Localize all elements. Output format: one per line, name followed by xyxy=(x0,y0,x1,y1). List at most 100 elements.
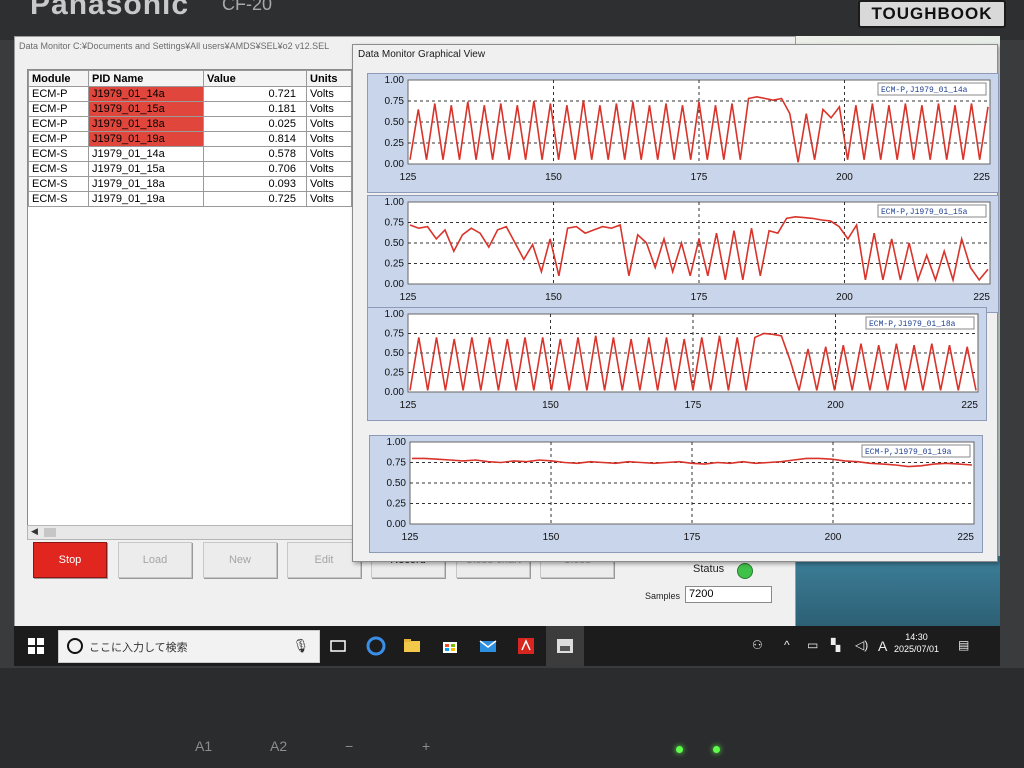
bezel-bottom xyxy=(0,668,1024,768)
bezel-key-minus[interactable]: − xyxy=(345,738,353,754)
x-tick-label: 150 xyxy=(545,292,562,303)
active-app-taskbar-item[interactable] xyxy=(546,626,584,666)
cortana-icon xyxy=(67,638,83,654)
model-label: CF-20 xyxy=(222,0,273,14)
x-tick-label: 175 xyxy=(684,532,701,543)
y-tick-label: 0.50 xyxy=(387,478,407,489)
y-tick-label: 0.50 xyxy=(385,238,405,249)
y-tick-label: 0.75 xyxy=(385,218,405,229)
search-placeholder: ここに入力して検索 xyxy=(89,642,188,654)
col-pid-name[interactable]: PID Name xyxy=(88,70,204,87)
file-explorer-icon[interactable] xyxy=(402,636,422,656)
module-cell: ECM-S xyxy=(28,176,89,192)
chevron-up-icon[interactable]: ^ xyxy=(784,638,790,652)
edit-button[interactable]: Edit xyxy=(287,542,361,578)
x-tick-label: 125 xyxy=(400,172,417,183)
clock-date: 2025/07/01 xyxy=(894,644,940,654)
table-row[interactable]: ECM-P J1979_01_15a 0.181 Volts xyxy=(28,101,352,117)
y-tick-label: 0.50 xyxy=(385,348,405,359)
network-icon[interactable]: ▚ xyxy=(831,638,840,652)
units-cell: Volts xyxy=(306,101,352,117)
y-tick-label: 0.00 xyxy=(385,279,405,290)
pid-name-cell: J1979_01_19a xyxy=(88,131,204,147)
units-cell: Volts xyxy=(306,176,352,192)
edge-browser-icon[interactable] xyxy=(366,636,386,656)
value-cell: 0.814 xyxy=(203,131,307,147)
table-row[interactable]: ECM-P J1979_01_19a 0.814 Volts xyxy=(28,131,352,147)
module-cell: ECM-P xyxy=(28,86,89,102)
store-icon[interactable] xyxy=(440,636,460,656)
legend-label: ECM-P,J1979_01_14a xyxy=(881,86,968,95)
x-tick-label: 150 xyxy=(543,532,560,543)
chart-panel-1: 0.00 0.25 0.50 0.75 1.00 125 150 175 200 225 ECM-P… xyxy=(367,73,999,193)
people-icon[interactable]: ⚇ xyxy=(752,638,763,652)
mail-icon[interactable] xyxy=(478,636,498,656)
x-tick-label: 225 xyxy=(973,172,990,183)
volume-icon[interactable]: ◁) xyxy=(855,638,868,652)
stop-button[interactable]: Stop xyxy=(33,542,107,578)
scroll-left-icon[interactable]: ◀ xyxy=(31,526,38,537)
col-module[interactable]: Module xyxy=(28,70,89,87)
taskbar-clock[interactable]: 14:30 2025/07/01 xyxy=(894,631,939,655)
pid-name-cell: J1979_01_14a xyxy=(88,86,204,102)
bezel-key-a1[interactable]: A1 xyxy=(195,738,212,754)
value-cell: 0.181 xyxy=(203,101,307,117)
y-tick-label: 0.75 xyxy=(385,329,405,340)
table-row[interactable]: ECM-S J1979_01_14a 0.578 Volts xyxy=(28,146,352,162)
table-row[interactable]: ECM-S J1979_01_19a 0.725 Volts xyxy=(28,191,352,207)
scroll-thumb[interactable] xyxy=(44,528,56,537)
new-button[interactable]: New xyxy=(203,542,277,578)
table-row[interactable]: ECM-S J1979_01_18a 0.093 Volts xyxy=(28,176,352,192)
col-units[interactable]: Units xyxy=(306,70,352,87)
horizontal-scrollbar[interactable]: ◀ xyxy=(27,525,357,540)
y-tick-label: 0.25 xyxy=(385,368,405,379)
samples-field[interactable]: 7200 xyxy=(685,586,772,603)
value-cell: 0.025 xyxy=(203,116,307,132)
x-tick-label: 200 xyxy=(836,292,853,303)
units-cell: Volts xyxy=(306,161,352,177)
table-row[interactable]: ECM-P J1979_01_18a 0.025 Volts xyxy=(28,116,352,132)
module-cell: ECM-P xyxy=(28,131,89,147)
samples-label: Samples xyxy=(645,591,681,601)
pid-name-cell: J1979_01_18a xyxy=(88,176,204,192)
value-cell: 0.706 xyxy=(203,161,307,177)
pid-name-cell: J1979_01_15a xyxy=(88,161,204,177)
windows-start-icon[interactable] xyxy=(26,636,46,656)
status-label: Status xyxy=(693,563,725,575)
y-tick-label: 0.25 xyxy=(385,138,405,149)
table-row[interactable]: ECM-P J1979_01_14a 0.721 Volts xyxy=(28,86,352,102)
wireless-led xyxy=(713,746,720,753)
units-cell: Volts xyxy=(306,116,352,132)
x-tick-label: 125 xyxy=(400,292,417,303)
table-row[interactable]: ECM-S J1979_01_15a 0.706 Volts xyxy=(28,161,352,177)
y-tick-label: 0.25 xyxy=(385,259,405,270)
legend-label: ECM-P,J1979_01_15a xyxy=(881,208,968,217)
task-view-icon[interactable] xyxy=(328,636,348,656)
load-button[interactable]: Load xyxy=(118,542,192,578)
ime-indicator[interactable]: A xyxy=(878,638,887,654)
microphone-icon[interactable]: 🎙 xyxy=(292,638,309,654)
bezel-key-plus[interactable]: + xyxy=(422,738,430,754)
x-tick-label: 125 xyxy=(400,400,417,411)
y-tick-label: 0.75 xyxy=(387,458,407,469)
pdf-reader-icon[interactable] xyxy=(516,636,536,656)
pid-grid: Module PID Name Value Units ECM-P J1979_0… xyxy=(27,69,357,526)
legend-label: ECM-P,J1979_01_18a xyxy=(869,320,956,329)
clock-time: 14:30 xyxy=(905,632,928,642)
battery-icon[interactable]: ▭ xyxy=(807,638,818,652)
bezel-key-a2[interactable]: A2 xyxy=(270,738,287,754)
notification-icon[interactable]: ▤ xyxy=(958,638,969,652)
module-cell: ECM-S xyxy=(28,191,89,207)
chart-panel-3: 0.00 0.25 0.50 0.75 1.00 125 150 175 200 225 ECM-P… xyxy=(367,307,987,421)
y-tick-label: 1.00 xyxy=(385,75,405,86)
x-tick-label: 200 xyxy=(825,532,842,543)
taskbar: ここに入力して検索 🎙 ⚇ ^ ▭ ▚ ◁) A 14:30 2025/07/0… xyxy=(14,626,1000,666)
desktop-background xyxy=(794,556,1000,626)
x-tick-label: 200 xyxy=(827,400,844,411)
graphical-view-window: Data Monitor Graphical View 0.00 0.25 0.50… xyxy=(352,44,999,562)
col-value[interactable]: Value xyxy=(203,70,307,87)
chart-panel-2: 0.00 0.25 0.50 0.75 1.00 125 150 175 200 225 ECM-P… xyxy=(367,195,999,313)
x-tick-label: 175 xyxy=(691,172,708,183)
data-monitor-app-icon xyxy=(557,639,573,653)
taskbar-search[interactable]: ここに入力して検索 🎙 xyxy=(58,630,320,663)
